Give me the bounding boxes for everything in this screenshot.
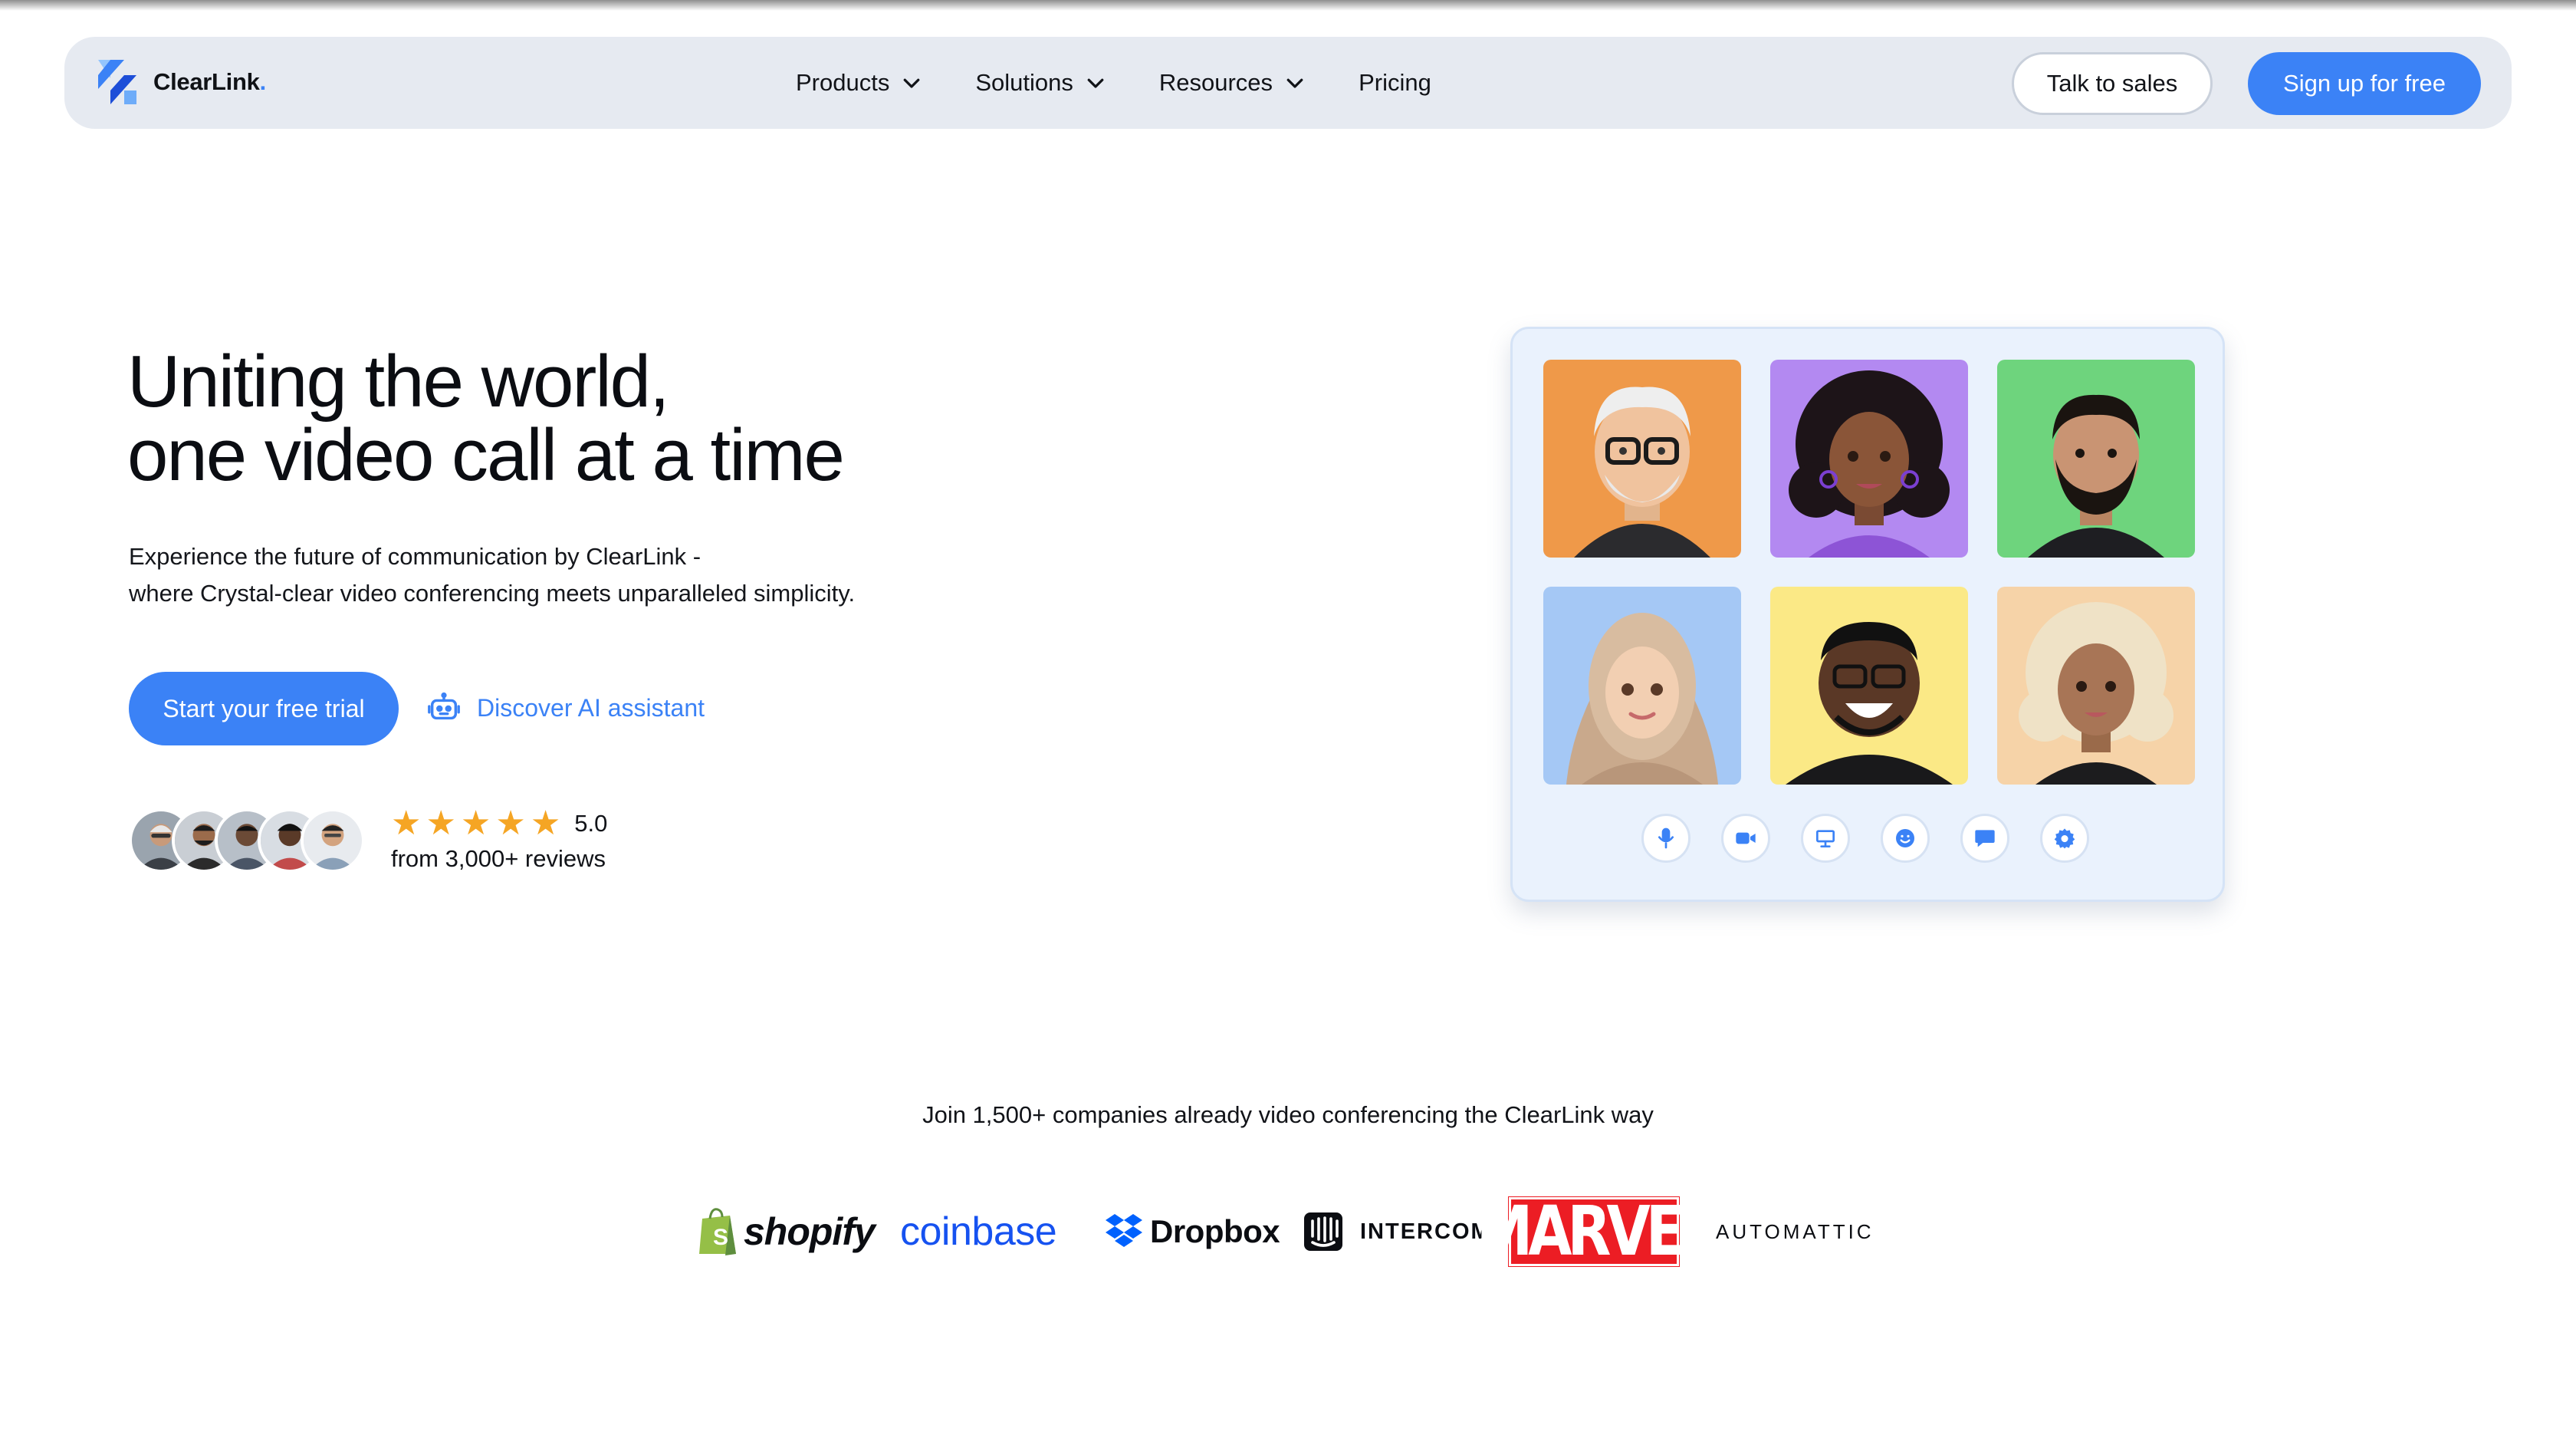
star-rating: ★ ★ ★ ★ ★ 5.0: [391, 805, 607, 842]
hero-title-line-2: one video call at a time: [127, 414, 845, 496]
discover-ai-assistant-link[interactable]: Discover AI assistant: [426, 690, 705, 726]
star-icon: ★: [391, 804, 422, 842]
logo-text: Dropbox: [1150, 1213, 1280, 1249]
call-controls: [1641, 814, 2120, 875]
clearlink-logo-icon: [98, 60, 136, 104]
participant-tile: [1770, 587, 1968, 785]
automattic-logo: AUTOMATTIC: [1716, 1193, 1875, 1270]
camera-icon: [1736, 832, 1756, 844]
shopping-bag-icon: S: [699, 1208, 736, 1255]
hero-subtitle-line-2: where Crystal-clear video conferencing m…: [129, 580, 856, 607]
star-icon: ★: [495, 804, 526, 842]
chat-icon: [1975, 830, 1995, 847]
participant-tile: [1543, 360, 1741, 558]
shopify-logo: S shopify: [696, 1193, 876, 1270]
dropbox-icon: [1106, 1214, 1142, 1247]
settings-button[interactable]: [2040, 814, 2089, 863]
chevron-down-icon: [1087, 78, 1104, 88]
start-free-trial-button[interactable]: Start your free trial: [129, 672, 399, 745]
svg-text:S: S: [713, 1225, 728, 1250]
nav-item-resources[interactable]: Resources: [1159, 69, 1306, 97]
chevron-down-icon: [903, 78, 920, 88]
nav-item-solutions[interactable]: Solutions: [975, 69, 1107, 97]
hero-title: Uniting the world, one video call at a t…: [127, 345, 845, 492]
participant-tile: [1543, 587, 1741, 785]
emoji-icon: [1896, 829, 1914, 847]
talk-to-sales-button[interactable]: Talk to sales: [2012, 52, 2213, 115]
star-icon: ★: [460, 804, 491, 842]
mute-button[interactable]: [1641, 814, 1691, 863]
camera-button[interactable]: [1721, 814, 1770, 863]
marvel-logo: MARVEL: [1477, 1192, 1717, 1271]
logo-text: MARVEL: [1476, 1192, 1717, 1272]
rating-summary: ★ ★ ★ ★ ★ 5.0 from 3,000+ reviews: [391, 805, 607, 873]
participant-tile: [1770, 360, 1968, 558]
customer-logos: S shopify coinbase Dropbox INTERCOM MARV…: [690, 1192, 1886, 1272]
brand-logo[interactable]: ClearLink.: [94, 58, 266, 106]
participant-tile: [1997, 360, 2195, 558]
nav-item-label: Products: [796, 69, 890, 96]
review-count: from 3,000+ reviews: [391, 845, 606, 872]
nav-item-pricing[interactable]: Pricing: [1359, 69, 1431, 97]
logo-text: coinbase: [900, 1209, 1057, 1254]
star-icon: ★: [426, 804, 456, 842]
screen-share-button[interactable]: [1801, 814, 1850, 863]
dropbox-logo: Dropbox: [1104, 1193, 1280, 1270]
nav-menu: Products Solutions Resources Pricing: [796, 37, 1484, 129]
participant-tile: [1997, 587, 2195, 785]
hero-subtitle-line-1: Experience the future of communication b…: [129, 543, 702, 570]
nav-item-label: Pricing: [1359, 69, 1431, 96]
microphone-icon: [1658, 827, 1674, 849]
reviewer-avatars: [129, 808, 366, 874]
chevron-down-icon: [1286, 78, 1303, 88]
navbar: ClearLink. Products Solutions Resources …: [64, 37, 2512, 129]
video-call-preview: [1510, 327, 2225, 902]
avatar: [301, 808, 365, 873]
star-icon: ★: [530, 804, 561, 842]
nav-item-label: Solutions: [975, 69, 1073, 96]
window-top-shadow: [0, 0, 2576, 11]
nav-item-products[interactable]: Products: [796, 69, 923, 97]
settings-icon: [2054, 828, 2075, 849]
reactions-button[interactable]: [1881, 814, 1930, 863]
nav-item-label: Resources: [1158, 69, 1273, 96]
rating-score: 5.0: [574, 810, 608, 837]
social-proof-text: Join 1,500+ companies already video conf…: [922, 1101, 1654, 1128]
robot-icon: [428, 692, 460, 720]
hero-subtitle: Experience the future of communication b…: [129, 538, 855, 612]
brand-name: ClearLink.: [153, 68, 266, 95]
hero-title-line-1: Uniting the world,: [127, 341, 670, 423]
screen-share-icon: [1816, 830, 1835, 847]
sign-up-button[interactable]: Sign up for free: [2248, 52, 2481, 115]
chat-button[interactable]: [1960, 814, 2009, 863]
intercom-icon: [1304, 1212, 1342, 1251]
logo-text: INTERCOM: [1360, 1219, 1491, 1244]
intercom-logo: INTERCOM: [1303, 1193, 1491, 1270]
logo-text: shopify: [744, 1210, 876, 1253]
coinbase-logo: coinbase: [900, 1193, 1057, 1270]
logo-text: AUTOMATTIC: [1716, 1219, 1875, 1243]
ai-link-label: Discover AI assistant: [477, 693, 705, 722]
